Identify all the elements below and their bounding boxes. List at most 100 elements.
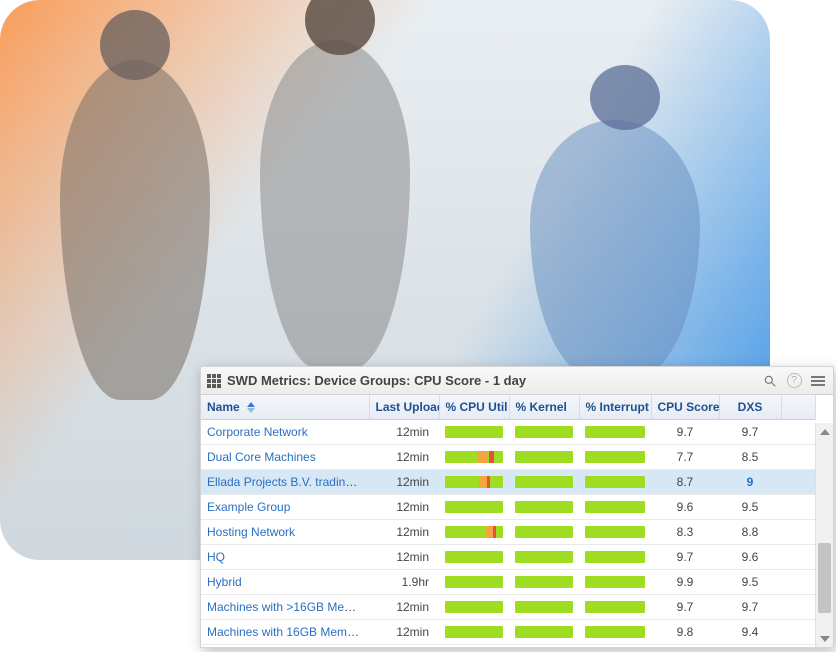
person-silhouette (260, 40, 410, 370)
cell-last-upload: 12min (369, 445, 439, 470)
help-button[interactable]: ? (785, 372, 803, 390)
table-row[interactable]: HQ 12min 9.79.6 (201, 545, 815, 570)
sort-icon (247, 402, 255, 413)
search-button[interactable] (761, 372, 779, 390)
cell-cpu-score: 8.3 (651, 520, 719, 545)
metrics-table: Name Last Upload % CPU Util % Kernel % I… (201, 395, 816, 645)
col-last-upload[interactable]: Last Upload (369, 395, 439, 420)
bar-chart (515, 576, 573, 588)
table-row[interactable]: Dual Core Machines12min7.78.5 (201, 445, 815, 470)
grid-icon (207, 374, 221, 388)
cell-cpu-util (439, 620, 509, 645)
cell-last-upload: 12min (369, 495, 439, 520)
help-icon: ? (787, 373, 802, 388)
panel-header: SWD Metrics: Device Groups: CPU Score - … (201, 367, 833, 395)
bar-chart (445, 601, 503, 613)
bar-chart (585, 451, 645, 463)
bar-chart (585, 626, 645, 638)
bar-chart (445, 501, 503, 513)
cell-kernel (509, 420, 579, 445)
person-silhouette (530, 120, 700, 380)
table-row[interactable]: Hosting Network12min8.38.8 (201, 520, 815, 545)
cell-kernel (509, 620, 579, 645)
bar-chart (445, 551, 503, 563)
cell-cpu-score: 9.7 (651, 545, 719, 570)
bar-chart (515, 551, 573, 563)
cell-cpu-util (439, 595, 509, 620)
cell-dxs: 9.7 (719, 420, 781, 445)
vertical-scrollbar[interactable] (815, 423, 833, 647)
table-row[interactable]: Machines with 16GB Memory12min9.89.4 (201, 620, 815, 645)
cell-interrupt (579, 545, 651, 570)
bar-chart (515, 501, 573, 513)
bar-chart (585, 501, 645, 513)
col-spacer (781, 395, 815, 420)
bar-chart (585, 601, 645, 613)
table-header-row: Name Last Upload % CPU Util % Kernel % I… (201, 395, 815, 420)
cell-dxs: 9 (719, 470, 781, 495)
group-name-link[interactable]: Machines with 16GB Memory (207, 625, 364, 639)
cell-last-upload: 12min (369, 520, 439, 545)
scroll-up-icon[interactable] (816, 423, 833, 441)
col-kernel[interactable]: % Kernel (509, 395, 579, 420)
cell-interrupt (579, 470, 651, 495)
cell-kernel (509, 445, 579, 470)
cell-dxs: 9.6 (719, 545, 781, 570)
bar-chart (445, 626, 503, 638)
cell-last-upload: 12min (369, 620, 439, 645)
cell-kernel (509, 520, 579, 545)
group-name-link[interactable]: HQ (207, 550, 225, 564)
col-name-label: Name (207, 400, 240, 414)
cell-dxs: 8.5 (719, 445, 781, 470)
table-row[interactable]: Corporate Network12min9.79.7 (201, 420, 815, 445)
panel-title: SWD Metrics: Device Groups: CPU Score - … (227, 373, 526, 388)
bar-chart (585, 576, 645, 588)
table-row[interactable]: Hybrid1.9hr9.99.5 (201, 570, 815, 595)
bar-chart (515, 451, 573, 463)
cell-kernel (509, 470, 579, 495)
scroll-down-icon[interactable] (816, 441, 833, 459)
group-name-link[interactable]: Example Group (207, 500, 290, 514)
cell-interrupt (579, 595, 651, 620)
cell-last-upload: 12min (369, 595, 439, 620)
col-cpu-score[interactable]: CPU Score (651, 395, 719, 420)
cell-cpu-util (439, 470, 509, 495)
cell-cpu-score: 9.7 (651, 595, 719, 620)
bar-chart (445, 451, 503, 463)
cell-last-upload: 12min (369, 545, 439, 570)
cell-interrupt (579, 445, 651, 470)
cell-cpu-score: 9.7 (651, 420, 719, 445)
bar-chart (585, 551, 645, 563)
col-dxs[interactable]: DXS (719, 395, 781, 420)
group-name-link[interactable]: Hybrid (207, 575, 242, 589)
cell-last-upload: 12min (369, 470, 439, 495)
group-name-link[interactable]: Corporate Network (207, 425, 308, 439)
table-row[interactable]: Ellada Projects B.V. trading as Netrou12… (201, 470, 815, 495)
group-name-link[interactable]: Dual Core Machines (207, 450, 316, 464)
cell-dxs: 9.5 (719, 495, 781, 520)
cell-interrupt (579, 420, 651, 445)
menu-button[interactable] (809, 372, 827, 390)
cell-kernel (509, 595, 579, 620)
bar-chart (515, 601, 573, 613)
bar-chart (445, 426, 503, 438)
cell-interrupt (579, 520, 651, 545)
bar-chart (445, 526, 503, 538)
scroll-thumb[interactable] (818, 543, 831, 613)
cell-interrupt (579, 495, 651, 520)
table-row[interactable]: Machines with >16GB Memory12min9.79.7 (201, 595, 815, 620)
col-interrupt[interactable]: % Interrupt (579, 395, 651, 420)
search-icon (763, 374, 777, 388)
col-cpu-util[interactable]: % CPU Util (439, 395, 509, 420)
bar-chart (445, 476, 503, 488)
bar-chart (585, 426, 645, 438)
group-name-link[interactable]: Machines with >16GB Memory (207, 600, 369, 614)
metrics-panel: SWD Metrics: Device Groups: CPU Score - … (200, 366, 834, 648)
group-name-link[interactable]: Ellada Projects B.V. trading as Netrou (207, 475, 369, 489)
group-name-link[interactable]: Hosting Network (207, 525, 295, 539)
cell-cpu-util (439, 520, 509, 545)
cell-interrupt (579, 620, 651, 645)
col-name[interactable]: Name (201, 395, 369, 420)
table-row[interactable]: Example Group12min9.69.5 (201, 495, 815, 520)
bar-chart (585, 526, 645, 538)
